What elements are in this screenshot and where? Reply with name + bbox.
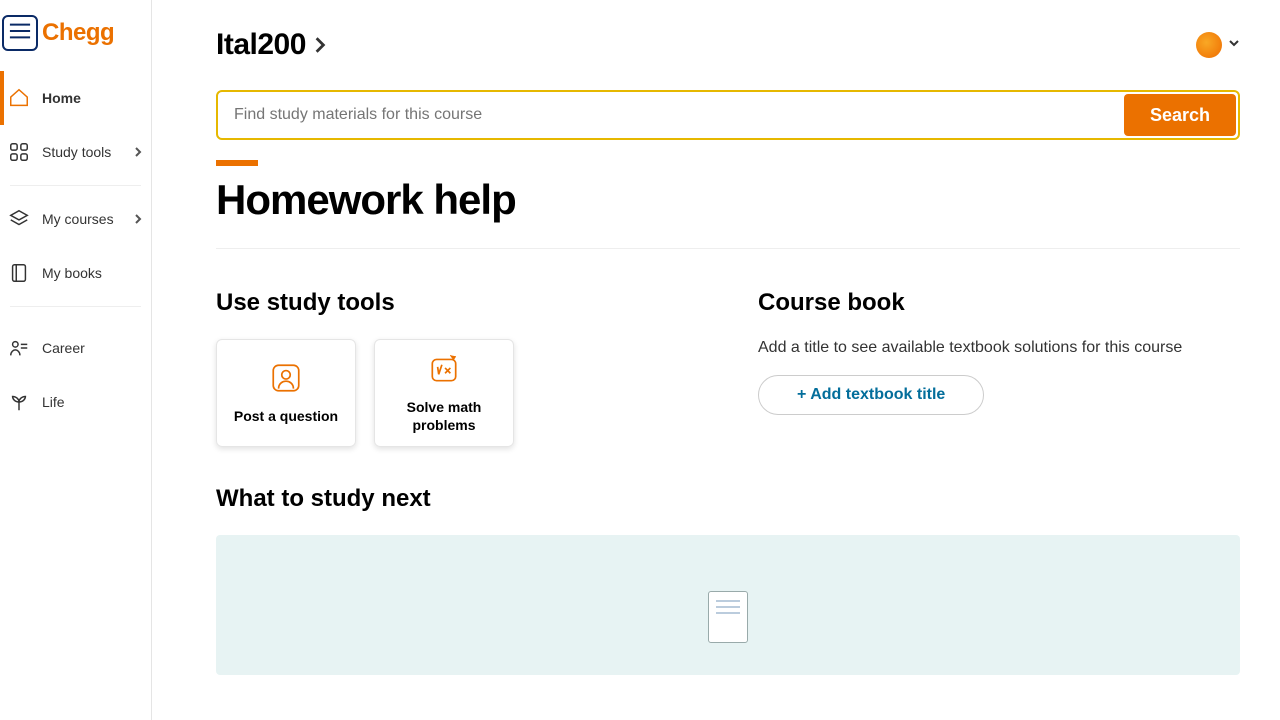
sidebar-item-label: Home (42, 90, 143, 106)
page-title: Homework help (216, 176, 1240, 224)
nav: Home Study tools My courses (0, 71, 151, 429)
sidebar-item-label: Life (42, 394, 143, 410)
sidebar-item-life[interactable]: Life (0, 375, 151, 429)
career-icon (8, 337, 30, 359)
search-button[interactable]: Search (1124, 94, 1236, 136)
course-book-heading: Course book (758, 289, 1240, 317)
brand-logo[interactable]: Chegg (42, 19, 114, 47)
sidebar-item-label: My courses (42, 211, 133, 227)
sidebar-item-label: Study tools (42, 144, 133, 160)
document-icon (708, 591, 748, 643)
course-name: Ital200 (216, 28, 306, 62)
tool-card-solve-math[interactable]: Solve math problems (374, 339, 514, 447)
breadcrumb[interactable]: Ital200 (216, 28, 326, 62)
course-book-description: Add a title to see available textbook so… (758, 339, 1240, 357)
study-tools-heading: Use study tools (216, 289, 698, 317)
sidebar-item-my-courses[interactable]: My courses (0, 192, 151, 246)
nav-divider (10, 306, 141, 307)
study-tools-column: Use study tools Post a question Solve ma… (216, 289, 698, 447)
sidebar: Chegg Home Study tools My courses (0, 0, 152, 720)
sidebar-item-label: Career (42, 340, 143, 356)
study-next-panel (216, 535, 1240, 675)
sidebar-item-label: My books (42, 265, 143, 281)
add-textbook-button[interactable]: + Add textbook title (758, 375, 984, 415)
chevron-right-icon (133, 211, 143, 227)
study-next-heading: What to study next (216, 485, 1240, 513)
question-user-icon (269, 361, 303, 400)
book-icon (8, 262, 30, 284)
chevron-right-icon (306, 28, 326, 62)
sidebar-item-study-tools[interactable]: Study tools (0, 125, 151, 179)
sidebar-item-career[interactable]: Career (0, 321, 151, 375)
tool-card-label: Solve math problems (385, 399, 503, 434)
layers-icon (8, 208, 30, 230)
columns: Use study tools Post a question Solve ma… (216, 289, 1240, 447)
tool-card-post-question[interactable]: Post a question (216, 339, 356, 447)
menu-toggle-button[interactable] (2, 15, 38, 51)
math-icon (427, 352, 461, 391)
search-input[interactable] (220, 94, 1124, 136)
accent-bar (216, 160, 258, 166)
sidebar-item-my-books[interactable]: My books (0, 246, 151, 300)
searchbar: Search (216, 90, 1240, 140)
main: Ital200 Search Homework help Use study t… (152, 0, 1280, 720)
divider (216, 248, 1240, 249)
tool-card-label: Post a question (234, 408, 338, 426)
topbar: Ital200 (216, 28, 1240, 62)
plant-icon (8, 391, 30, 413)
home-icon (8, 87, 30, 109)
chevron-right-icon (133, 144, 143, 160)
sidebar-top: Chegg (0, 10, 151, 71)
sidebar-item-home[interactable]: Home (0, 71, 151, 125)
chevron-down-icon (1228, 36, 1240, 54)
avatar (1196, 32, 1222, 58)
nav-divider (10, 185, 141, 186)
profile-menu[interactable] (1196, 32, 1240, 58)
course-book-column: Course book Add a title to see available… (758, 289, 1240, 447)
grid-icon (8, 141, 30, 163)
tool-cards: Post a question Solve math problems (216, 339, 698, 447)
hamburger-icon (9, 22, 31, 45)
